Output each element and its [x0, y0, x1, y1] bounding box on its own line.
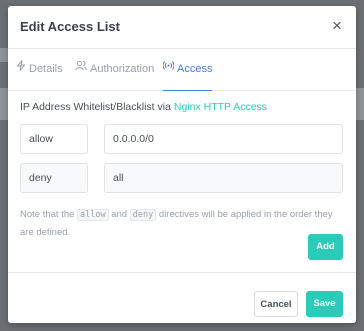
- lightning-icon: [16, 48, 26, 89]
- modal-title: Edit Access List: [20, 19, 120, 34]
- description-text: IP Address Whitelist/Blacklist via: [20, 101, 174, 113]
- code-allow: allow: [77, 209, 109, 221]
- tab-label: Authorization: [90, 63, 155, 75]
- order-note: Note that the allow and deny directives …: [20, 209, 333, 238]
- tab-details[interactable]: Details: [16, 49, 63, 90]
- close-icon[interactable]: ×: [328, 17, 346, 35]
- modal-header: Edit Access List ×: [8, 6, 356, 49]
- tab-label: Details: [29, 63, 63, 75]
- users-icon: [75, 48, 87, 89]
- access-description: IP Address Whitelist/Blacklist via Nginx…: [20, 101, 267, 113]
- nginx-http-access-link[interactable]: Nginx HTTP Access: [174, 101, 267, 113]
- directive-field[interactable]: deny: [20, 163, 88, 193]
- add-rule-button[interactable]: Add: [308, 234, 343, 260]
- save-button[interactable]: Save: [306, 291, 343, 317]
- wifi-icon: [162, 48, 175, 89]
- directive-field[interactable]: allow: [20, 124, 88, 154]
- edit-access-list-modal: Edit Access List × Details Authorization…: [8, 6, 356, 323]
- tab-label: Access: [177, 63, 213, 75]
- address-input[interactable]: all: [104, 163, 343, 193]
- tab-bar: Details Authorization Access: [8, 49, 356, 91]
- modal-footer: Cancel Save: [8, 272, 356, 324]
- cancel-button[interactable]: Cancel: [254, 291, 298, 317]
- code-deny: deny: [129, 209, 157, 221]
- background-page: [0, 88, 8, 120]
- background-page: [0, 48, 8, 62]
- tab-authorization[interactable]: Authorization: [75, 49, 154, 90]
- background-page: [356, 88, 364, 120]
- tab-access[interactable]: Access: [162, 48, 213, 91]
- address-input[interactable]: 0.0.0.0/0: [104, 124, 343, 154]
